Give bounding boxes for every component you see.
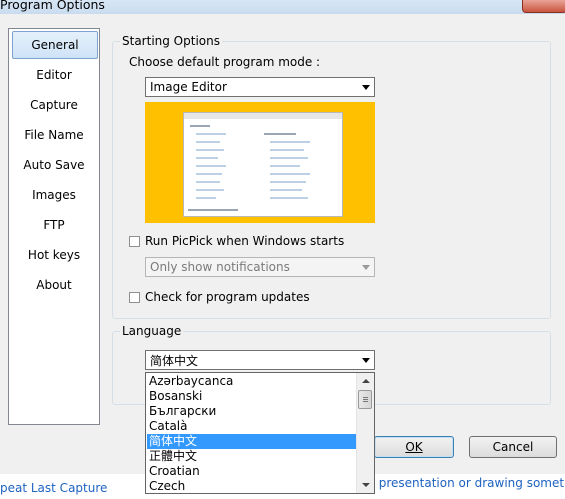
program-mode-select[interactable]: Image Editor [145, 77, 375, 97]
presentation-link[interactable]: r presentation or drawing something [370, 476, 565, 490]
language-value: 简体中文 [150, 354, 199, 368]
chevron-down-icon [362, 265, 370, 270]
language-option[interactable]: Croatian [147, 464, 360, 479]
nav-item-images[interactable]: Images [12, 181, 96, 209]
nav-item-general[interactable]: General [12, 31, 98, 59]
program-mode-label: Choose default program mode : [129, 55, 321, 69]
starting-options-label: Starting Options [120, 34, 222, 48]
language-dropdown-list: Azərbaycanca Bosanski Български Català 简… [145, 372, 375, 494]
chevron-down-icon [362, 85, 370, 90]
language-option[interactable]: 正體中文 [147, 449, 360, 464]
check-updates-label: Check for program updates [145, 290, 310, 304]
language-select[interactable]: 简体中文 [145, 350, 375, 370]
close-button[interactable] [522, 0, 565, 13]
mode-preview-image [145, 102, 375, 223]
window-title: Program Options [0, 0, 105, 12]
scroll-down-arrow-icon[interactable] [358, 477, 373, 492]
notifications-value: Only show notifications [150, 260, 290, 274]
title-bar: Program Options [0, 0, 565, 14]
dropdown-scrollbar[interactable] [356, 373, 374, 493]
scrollbar-thumb[interactable] [358, 390, 372, 409]
language-option[interactable]: Azərbaycanca [147, 374, 360, 389]
nav-item-editor[interactable]: Editor [12, 61, 96, 89]
program-mode-value: Image Editor [150, 80, 227, 94]
nav-item-ftp[interactable]: FTP [12, 211, 96, 239]
language-option[interactable]: Bosanski [147, 389, 360, 404]
language-option-selected[interactable]: 简体中文 [147, 434, 360, 449]
nav-item-about[interactable]: About [12, 271, 96, 299]
cancel-button[interactable]: Cancel [469, 436, 557, 458]
language-option[interactable]: Czech [147, 479, 360, 493]
run-on-start-label: Run PicPick when Windows starts [145, 234, 345, 248]
nav-item-auto-save[interactable]: Auto Save [12, 151, 96, 179]
preview-window-thumbnail [183, 112, 343, 217]
ok-button-label: OK [405, 440, 423, 454]
chevron-down-icon [362, 358, 370, 363]
options-nav: General Editor Capture File Name Auto Sa… [8, 28, 100, 425]
run-on-start-checkbox[interactable] [129, 236, 140, 247]
language-option[interactable]: Català [147, 419, 360, 434]
language-option[interactable]: Български [147, 404, 360, 419]
language-label: Language [120, 324, 184, 338]
cancel-button-label: Cancel [492, 440, 534, 454]
check-updates-checkbox[interactable] [129, 292, 140, 303]
repeat-last-capture-link[interactable]: peat Last Capture [0, 481, 107, 495]
nav-item-file-name[interactable]: File Name [12, 121, 96, 149]
ok-button[interactable]: OK [374, 436, 454, 458]
nav-item-capture[interactable]: Capture [12, 91, 96, 119]
scroll-up-arrow-icon[interactable] [358, 374, 373, 389]
notifications-select: Only show notifications [145, 257, 375, 277]
nav-item-hot-keys[interactable]: Hot keys [12, 241, 96, 269]
